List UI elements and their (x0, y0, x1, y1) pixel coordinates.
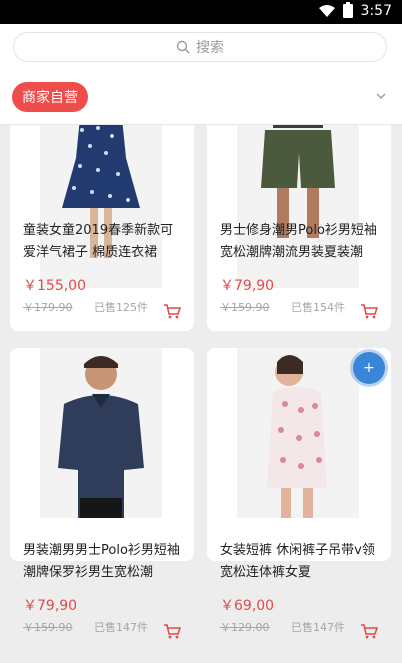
product-old-price: ￥129.00 (220, 621, 270, 634)
product-sold-count: 已售147件 (291, 621, 345, 634)
product-old-price: ￥179.90 (23, 301, 73, 314)
product-image (237, 348, 359, 518)
product-price: ￥79,90 (23, 598, 78, 614)
floating-action-button[interactable]: + (353, 352, 385, 384)
product-title[interactable]: 女装短裤 休闲裤子吊带v领宽松连体裤女夏 (220, 540, 380, 584)
product-old-price: ￥159.90 (23, 621, 73, 634)
product-grid: 童装女童2019春季新款可爱洋气裙子 棉质连衣裙 ￥155,00 ￥179.90… (0, 125, 402, 663)
product-card-2[interactable]: 男士修身潮男Polo衫男短袖宽松潮牌潮流男装夏装潮 ￥79,90 ￥159.90… (207, 125, 391, 331)
search-placeholder: 搜索 (196, 40, 224, 56)
wifi-icon (318, 5, 335, 17)
filter-bar: 商家自营 (0, 70, 402, 125)
product-price: ￥79,90 (220, 278, 275, 294)
product-card-3[interactable]: 男装潮男男士Polo衫男短袖潮牌保罗衫男生宽松潮 ￥79,90 ￥159.90 … (10, 348, 194, 639)
status-bar: 3:57 (0, 0, 402, 24)
search-bar: 搜索 (0, 24, 402, 70)
product-sold-count: 已售154件 (291, 301, 345, 314)
chevron-down-icon[interactable] (376, 91, 386, 101)
plus-icon: + (363, 360, 375, 376)
search-icon (176, 40, 190, 54)
cart-icon[interactable] (163, 303, 181, 319)
product-price: ￥69,00 (220, 598, 275, 614)
filter-chip[interactable]: 商家自营 (12, 82, 88, 112)
cart-icon[interactable] (360, 303, 378, 319)
status-time: 3:57 (360, 3, 392, 19)
cart-icon[interactable] (360, 623, 378, 639)
product-sold-count: 已售147件 (94, 621, 148, 634)
product-title[interactable]: 童装女童2019春季新款可爱洋气裙子 棉质连衣裙 (23, 220, 183, 264)
search-input[interactable]: 搜索 (13, 32, 387, 62)
cart-icon[interactable] (163, 623, 181, 639)
battery-icon (342, 2, 353, 18)
product-old-price: ￥159.90 (220, 301, 270, 314)
product-price: ￥155,00 (23, 278, 86, 294)
product-card-1[interactable]: 童装女童2019春季新款可爱洋气裙子 棉质连衣裙 ￥155,00 ￥179.90… (10, 125, 194, 331)
product-title[interactable]: 男士修身潮男Polo衫男短袖宽松潮牌潮流男装夏装潮 (220, 220, 380, 264)
product-title[interactable]: 男装潮男男士Polo衫男短袖潮牌保罗衫男生宽松潮 (23, 540, 183, 584)
product-image (40, 348, 162, 518)
status-right: 3:57 (318, 2, 392, 19)
product-sold-count: 已售125件 (94, 301, 148, 314)
